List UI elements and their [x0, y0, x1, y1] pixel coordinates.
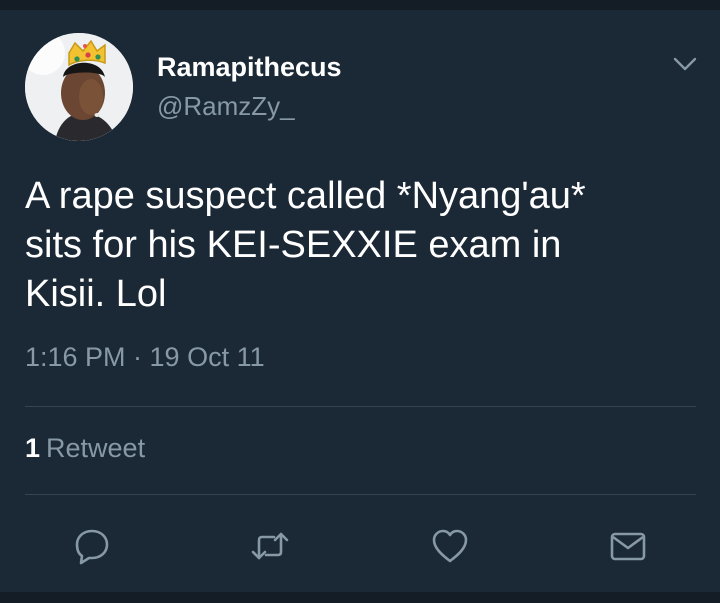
divider	[25, 406, 696, 407]
like-button[interactable]	[430, 526, 470, 566]
retweet-label: Retweet	[46, 433, 146, 463]
avatar[interactable]	[25, 33, 133, 141]
retweet-button[interactable]	[250, 526, 290, 566]
retweet-count: 1	[25, 433, 41, 463]
tweet-timestamp[interactable]: 1:16 PM · 19 Oct 11	[25, 342, 265, 373]
reply-bubble-icon	[75, 529, 109, 565]
divider	[25, 494, 696, 495]
avatar-with-crown-icon	[25, 33, 133, 141]
bottom-frame-strip	[0, 592, 720, 603]
retweet-arrows-icon	[251, 532, 289, 560]
display-name[interactable]: Ramapithecus	[157, 52, 342, 83]
chevron-down-icon[interactable]	[672, 55, 698, 73]
envelope-icon	[610, 532, 646, 561]
retweet-stats[interactable]: 1 Retweet	[25, 433, 145, 464]
reply-button[interactable]	[72, 526, 112, 566]
share-button[interactable]	[608, 526, 648, 566]
tweet-text: A rape suspect called *Nyang'au* sits fo…	[25, 172, 695, 319]
top-frame-strip	[0, 0, 720, 10]
tweet-text-line: sits for his KEI-SEXXIE exam in	[25, 224, 562, 266]
heart-icon	[432, 529, 468, 563]
tweet-text-line: Kisii. Lol	[25, 273, 167, 315]
tweet-text-line: A rape suspect called *Nyang'au*	[25, 175, 586, 217]
user-handle[interactable]: @RamzZy_	[157, 91, 295, 122]
